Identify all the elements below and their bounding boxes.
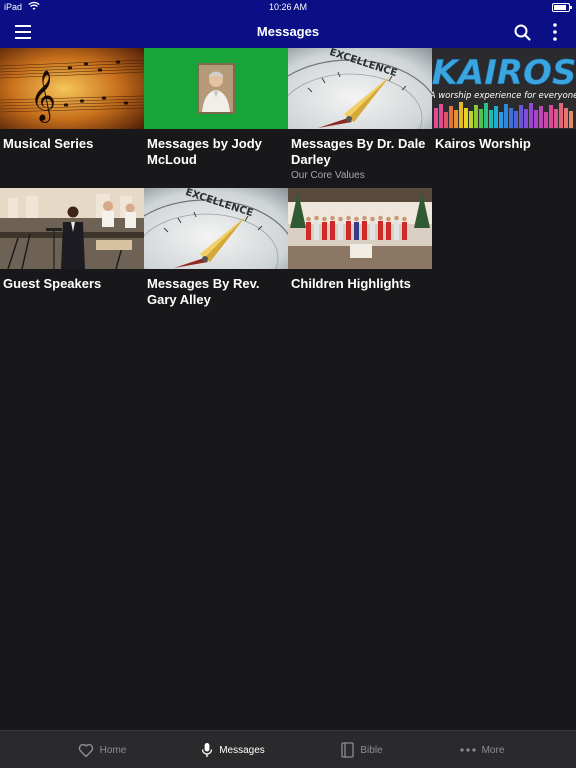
status-time: 10:26 AM: [268, 2, 308, 12]
series-tile-dale-darley[interactable]: EXCELLENCE Messages By Dr. Dale Darley O…: [288, 48, 432, 182]
bottom-tab-bar: Home Messages Bible More: [0, 730, 576, 768]
tab-bible-label: Bible: [360, 744, 383, 756]
excellence-compass-thumbnail: EXCELLENCE: [288, 48, 432, 129]
tab-home-label: Home: [99, 744, 127, 756]
musical-series-thumbnail: 𝄞: [0, 48, 144, 129]
tab-more-label: More: [481, 744, 505, 756]
kairos-logo-thumbnail: KAIROS A worship experience for everyone: [432, 48, 576, 129]
overflow-menu-button[interactable]: [548, 22, 562, 42]
heart-icon: [78, 743, 93, 757]
microphone-icon: [202, 743, 213, 757]
tile-subtitle: Our Core Values: [291, 170, 365, 181]
tab-bible[interactable]: Bible: [336, 731, 388, 768]
tile-title: Messages By Rev. Gary Alley: [147, 276, 260, 307]
page-title: Messages: [256, 24, 320, 39]
series-tile-kairos-worship[interactable]: KAIROS A worship experience for everyone…: [432, 48, 576, 152]
tab-messages[interactable]: Messages: [196, 731, 270, 768]
tile-title: Messages By Dr. Dale Darley: [291, 136, 426, 167]
series-tile-gary-alley[interactable]: EXCELLENCE Messages By Rev. Gary Alley: [144, 188, 288, 308]
series-tile-guest-speakers[interactable]: Guest Speakers: [0, 188, 144, 292]
status-bar: iPad 10:26 AM: [0, 0, 576, 16]
nav-bar: Messages: [0, 16, 576, 48]
tile-title: Musical Series: [3, 136, 94, 151]
svg-text:𝄞: 𝄞: [30, 70, 56, 123]
tab-home[interactable]: Home: [72, 731, 132, 768]
battery-icon: [552, 3, 572, 12]
series-tile-children-highlights[interactable]: Children Highlights: [288, 188, 432, 292]
tile-title: Messages by Jody McLoud: [147, 136, 262, 167]
tile-title: Children Highlights: [291, 276, 411, 291]
search-icon: [514, 24, 531, 41]
series-tile-musical-series[interactable]: 𝄞 Musical Series: [0, 48, 144, 152]
excellence-compass-thumbnail: EXCELLENCE: [144, 188, 288, 269]
guest-speakers-thumbnail: [0, 188, 144, 269]
kairos-logo-text: KAIROS: [432, 53, 576, 93]
tab-more[interactable]: More: [454, 731, 510, 768]
series-tile-jody-mcloud[interactable]: Messages by Jody McLoud: [144, 48, 288, 168]
jody-mcloud-thumbnail: [144, 48, 288, 129]
vertical-ellipsis-icon: [553, 23, 557, 41]
children-highlights-thumbnail: [288, 188, 432, 269]
kairos-tagline-text: A worship experience for everyone: [432, 91, 576, 101]
tab-messages-label: Messages: [219, 744, 265, 756]
search-button[interactable]: [512, 22, 534, 44]
tile-title: Guest Speakers: [3, 276, 102, 291]
tile-title: Kairos Worship: [435, 136, 531, 151]
book-icon: [341, 742, 355, 758]
ellipsis-icon: [459, 748, 476, 752]
